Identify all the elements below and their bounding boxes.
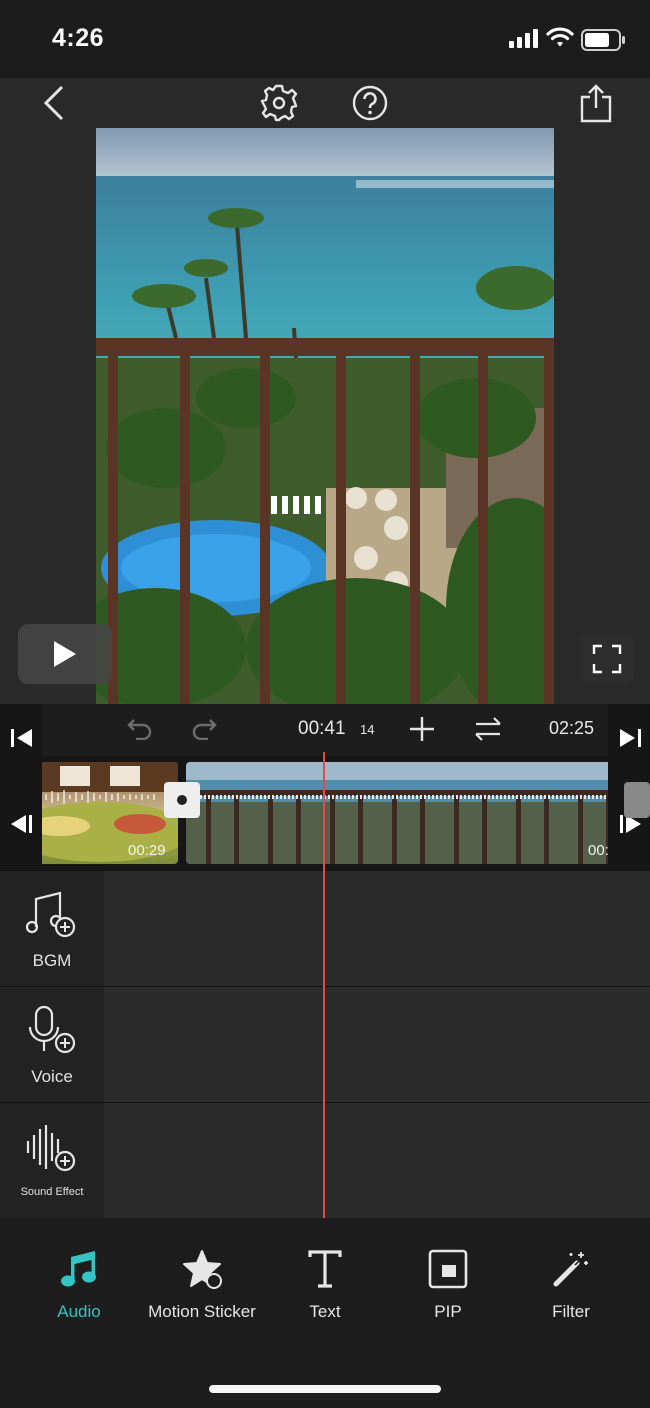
current-frame: 14 <box>360 722 375 737</box>
status-bar: 4:26 <box>0 0 650 78</box>
sound-effect-lane-area[interactable] <box>104 1103 650 1218</box>
lane-voice: Voice <box>0 986 650 1102</box>
editor-toolbar <box>0 78 650 128</box>
skip-end-icon <box>620 729 641 747</box>
sound-effect-lane-button[interactable]: Sound Effect <box>0 1103 104 1218</box>
redo-icon[interactable] <box>190 716 218 740</box>
tab-audio[interactable]: Audio <box>14 1244 144 1334</box>
battery-icon <box>581 29 625 51</box>
clip-duration: 00:29 <box>128 842 166 859</box>
magic-wand-icon <box>553 1252 588 1287</box>
video-preview-frame[interactable] <box>96 128 554 704</box>
preview-image <box>96 128 554 704</box>
back-button[interactable] <box>34 83 74 123</box>
playhead[interactable] <box>323 752 325 1218</box>
fullscreen-icon <box>592 644 622 674</box>
waveform-plus-icon <box>26 1125 76 1172</box>
tab-text[interactable]: Text <box>260 1244 390 1334</box>
status-time: 4:26 <box>52 24 105 52</box>
share-icon <box>580 84 612 123</box>
trim-handle[interactable] <box>164 782 200 818</box>
trim-handle[interactable] <box>624 782 650 818</box>
star-icon <box>183 1250 222 1289</box>
microphone-plus-icon <box>28 1005 76 1054</box>
bgm-lane-button[interactable]: BGM <box>0 871 104 986</box>
tab-filter[interactable]: Filter <box>506 1244 636 1334</box>
tab-label: Filter <box>552 1302 590 1321</box>
lane-bgm: BGM <box>0 870 650 986</box>
clip-thumbnail <box>186 762 636 864</box>
bgm-lane-area[interactable] <box>104 871 650 986</box>
tab-label: Audio <box>57 1302 101 1321</box>
add-clip-icon[interactable] <box>409 716 435 742</box>
jump-to-start-button[interactable] <box>0 704 42 870</box>
text-t-icon <box>308 1250 342 1288</box>
play-icon <box>54 641 76 667</box>
lane-sound-effect: Sound Effect <box>0 1102 650 1218</box>
tab-label: Motion Sticker <box>148 1302 256 1321</box>
lane-label: Voice <box>31 1067 73 1086</box>
play-button[interactable] <box>18 624 112 684</box>
swap-icon[interactable] <box>474 716 502 742</box>
signal-icon <box>509 29 538 48</box>
tab-pip[interactable]: PIP <box>383 1244 513 1334</box>
lane-label: BGM <box>32 951 72 970</box>
audio-waveform <box>3 789 622 805</box>
question-mark-icon <box>352 85 388 121</box>
wifi-icon <box>546 27 574 47</box>
settings-button[interactable] <box>259 83 299 123</box>
video-clip[interactable]: 00:13 <box>186 762 636 864</box>
lane-label: Sound Effect <box>20 1186 84 1198</box>
tab-label: Text <box>309 1302 341 1321</box>
previous-frame-icon <box>11 815 32 833</box>
share-button[interactable] <box>576 83 616 123</box>
chevron-left-icon <box>43 85 64 121</box>
tab-motion-sticker[interactable]: Motion Sticker <box>137 1244 267 1334</box>
voice-lane-button[interactable]: Voice <box>0 987 104 1102</box>
fullscreen-button[interactable] <box>580 634 634 684</box>
voice-lane-area[interactable] <box>104 987 650 1102</box>
help-button[interactable] <box>350 83 390 123</box>
music-note-plus-icon <box>25 891 76 938</box>
undo-icon[interactable] <box>126 716 154 740</box>
skip-start-icon <box>11 729 32 747</box>
total-duration: 02:25 <box>549 718 595 738</box>
tab-label: PIP <box>434 1302 462 1321</box>
music-notes-icon <box>61 1251 96 1287</box>
current-time: 00:41 <box>298 718 346 739</box>
home-indicator[interactable] <box>209 1385 441 1393</box>
gear-icon <box>260 84 298 122</box>
pip-icon <box>428 1249 468 1289</box>
